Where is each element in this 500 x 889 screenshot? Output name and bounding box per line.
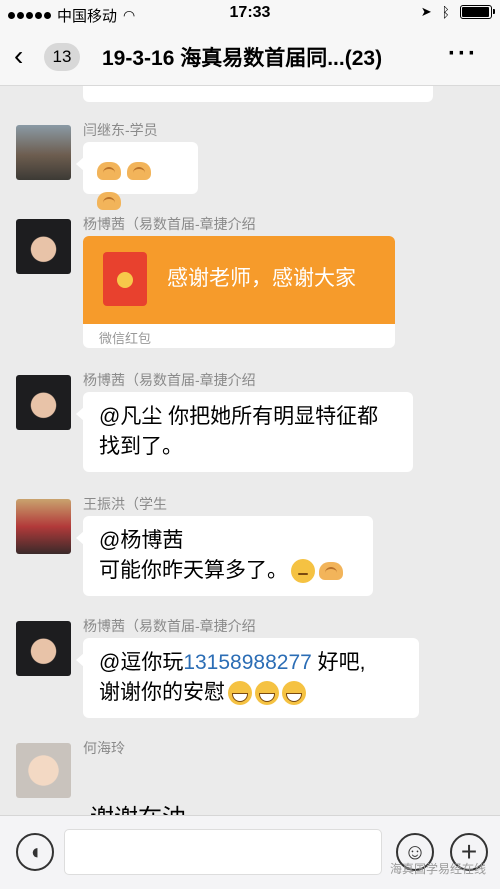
avatar[interactable] [16, 499, 71, 554]
grinning-face-icon [282, 681, 306, 706]
chat-title: 19-3-16 海真易数首届同...(23) [102, 47, 383, 70]
watermark: 海真国学易经在线 [389, 862, 486, 876]
status-bar: 中国移动 ◠ 17:33 ➤ ᛒ [0, 0, 500, 28]
location-icon: ➤ [420, 4, 432, 19]
message-bubble[interactable]: @逗你玩13158988277 好吧, 谢谢你的安慰 [76, 638, 419, 718]
message-line: @逗你玩13158988277 好吧, [99, 648, 403, 678]
sender-name: 杨博茜（易数首届-章捷介绍 [83, 618, 256, 634]
thinking-face-icon [291, 559, 315, 584]
red-packet-message: 感谢老师，感谢大家 [167, 267, 356, 290]
red-packet-label: 微信红包 [99, 331, 152, 346]
avatar[interactable] [16, 219, 71, 274]
unread-count-badge[interactable]: 13 [44, 43, 80, 71]
message-line: 谢谢你的安慰 [99, 678, 403, 708]
message-bubble[interactable] [76, 142, 198, 211]
previous-message-bubble [83, 86, 433, 102]
grinning-face-icon [255, 681, 279, 706]
message-text: 好吧, [311, 651, 366, 674]
handshake-icon [97, 162, 121, 181]
avatar[interactable] [16, 743, 71, 798]
red-packet-header: 感谢老师，感谢大家 [83, 236, 395, 324]
red-packet-card[interactable]: 感谢老师，感谢大家 微信红包 [83, 236, 395, 348]
message-bubble[interactable]: @杨博茜 可能你昨天算多了。 [76, 516, 373, 596]
clapping-hands-icon [319, 562, 343, 581]
sender-name: 王振洪（学生 [83, 496, 167, 512]
partial-message-text: 谢谢在油 [90, 798, 186, 815]
mention: @逗你玩 [99, 651, 184, 674]
message-bubble[interactable]: @凡尘 你把她所有明显特征都 找到了。 [76, 392, 413, 472]
red-envelope-icon [103, 252, 147, 306]
sender-name: 杨博茜（易数首届-章捷介绍 [83, 216, 256, 232]
sender-name: 杨博茜（易数首届-章捷介绍 [83, 372, 256, 388]
message-line: @凡尘 你把她所有明显特征都 [99, 405, 379, 428]
handshake-icon [97, 192, 121, 211]
message-line: 可能你昨天算多了。 [99, 556, 357, 586]
input-bar: ◖ ☺ + 海真国学易经在线 [0, 815, 500, 889]
voice-icon[interactable]: ◖ [16, 833, 54, 871]
sender-name: 闫继东-学员 [83, 122, 158, 138]
avatar[interactable] [16, 125, 71, 180]
battery-icon [460, 5, 495, 19]
sender-name: 何海玲 [83, 740, 125, 756]
avatar[interactable] [16, 375, 71, 430]
message-line: @杨博茜 [99, 529, 184, 552]
status-right: ➤ ᛒ [420, 4, 495, 20]
message-text: 可能你昨天算多了。 [99, 559, 288, 582]
phone-link[interactable]: 13158988277 [183, 651, 311, 674]
message-line: 找到了。 [99, 435, 183, 458]
handshake-icon [127, 162, 151, 181]
avatar[interactable] [16, 621, 71, 676]
chevron-left-icon[interactable]: ‹ [14, 42, 23, 70]
ellipsis-icon[interactable]: ··· [448, 40, 478, 68]
chat-header: ‹ 13 19-3-16 海真易数首届同...(23) ··· [0, 28, 500, 86]
grinning-face-icon [228, 681, 252, 706]
message-input[interactable] [64, 829, 382, 875]
message-list[interactable]: 闫继东-学员 杨博茜（易数首届-章捷介绍 感谢老师，感谢大家 微信红包 杨博茜（… [0, 86, 500, 815]
bluetooth-icon: ᛒ [441, 4, 450, 20]
message-text: 谢谢你的安慰 [99, 681, 225, 704]
